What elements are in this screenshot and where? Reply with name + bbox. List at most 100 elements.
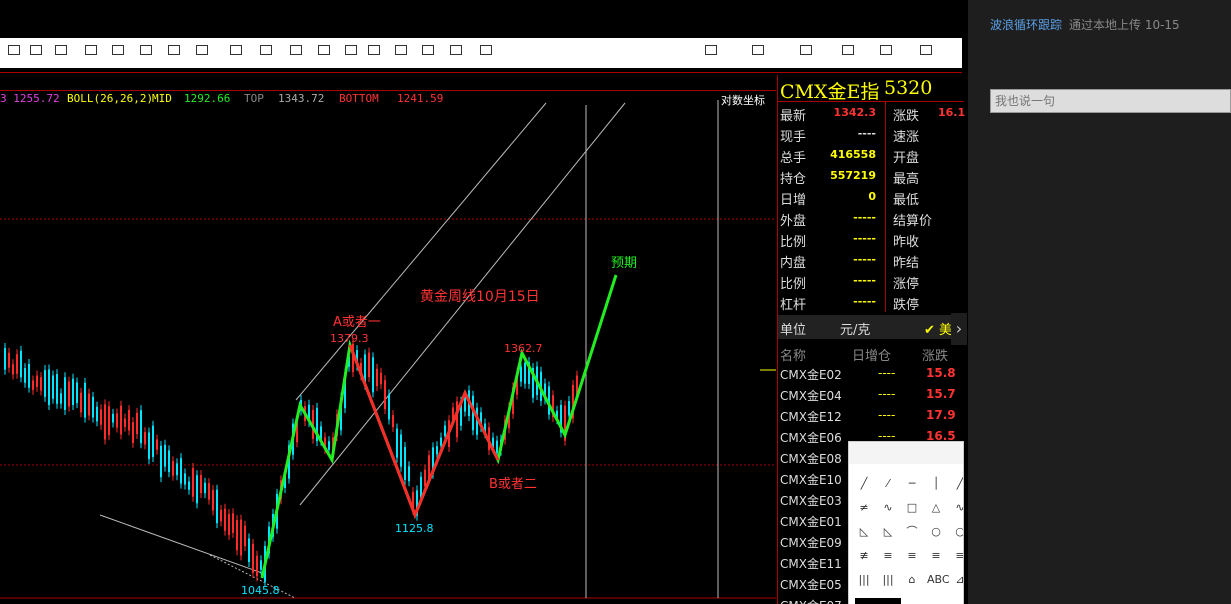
drawing-tool-icon[interactable]: ABC [927, 572, 950, 588]
chart-area[interactable]: 3 1255.72 BOLL(26,26,2) MID 1292.66 TOP … [0, 0, 968, 604]
chevron-right-icon[interactable]: › [951, 313, 967, 345]
drawing-tool-icon[interactable]: ||| [879, 572, 897, 588]
candle [136, 412, 138, 434]
list-item[interactable]: CMX金E02 ---- 15.8 [778, 363, 964, 384]
quote-row: 日增 0 最低 [778, 187, 964, 208]
drawing-tool-icon[interactable]: ||| [855, 572, 873, 588]
drawing-tool-icon[interactable]: ─ [903, 476, 921, 492]
list-item[interactable]: CMX金E04 ---- 15.7 [778, 384, 964, 405]
quote-label: 结算价 [893, 214, 933, 229]
feed-link[interactable]: 波浪循环跟踪 [990, 16, 1062, 33]
candle [124, 418, 126, 427]
drawing-tool-icon[interactable]: ◺ [879, 524, 897, 540]
candle [36, 375, 38, 387]
quote-label: 涨跌 [893, 109, 920, 124]
candle [208, 483, 210, 500]
quote-label: 日增 [780, 193, 807, 208]
contract-name: CMX金E12 [780, 410, 842, 424]
candle [132, 422, 134, 443]
quote-label: 杠杆 [780, 298, 807, 313]
contract-change: 17.9 [926, 408, 956, 422]
price-chart[interactable]: 黄金周线10月15日 A或者一 1379.3 1362.7 1125.8 104… [0, 0, 776, 604]
candle [24, 368, 26, 383]
drawing-tool-icon[interactable]: ⌂ [903, 572, 921, 588]
drawing-tool-icon[interactable]: ≡ [879, 548, 897, 564]
unit-row[interactable]: 单位 元/克 ✔ 美 [778, 315, 964, 339]
drawing-tool-icon[interactable]: ╱ [951, 476, 963, 492]
list-item[interactable]: CMX金E12 ---- 17.9 [778, 405, 964, 426]
drawing-tool-icon[interactable]: ╱ [855, 476, 873, 492]
drawing-tool-icon[interactable]: ≠ [855, 500, 873, 516]
candle [568, 401, 570, 416]
quote-value: ---- [857, 127, 876, 140]
contract-name: CMX金E09 [780, 536, 842, 550]
quote-value: 557219 [830, 169, 876, 182]
drawing-tools-panel: ╱ ⁄ ─ │ ╱ ≠ ∿ □ △ ∿ ◺ ◺ ⌒ ○ ○ ≢ ≡ ≡ ≡ ≡ ||| ||| ⌂ ABC ⊿ [848, 441, 964, 604]
contract-name: CMX金E11 [780, 557, 842, 571]
drawing-tool-icon[interactable]: ○ [927, 524, 945, 540]
candle [444, 425, 446, 437]
unit-value: 元/克 [840, 323, 871, 338]
candle [128, 410, 130, 431]
contract-name: CMX金E07 [780, 597, 842, 604]
drawing-tool-icon[interactable]: ∿ [951, 500, 963, 516]
drawing-tool-icon[interactable]: ≢ [855, 548, 873, 564]
drawing-tool-icon[interactable]: ○ [951, 524, 963, 540]
candle [196, 475, 198, 504]
candle [200, 475, 202, 494]
quote-label: 最新 [780, 109, 807, 124]
candle [244, 525, 246, 547]
candle [248, 538, 250, 563]
candle [4, 347, 6, 370]
contract-name: CMX金E01 [780, 515, 842, 529]
quote-value: ----- [853, 274, 876, 287]
candle [172, 461, 174, 476]
candle [104, 404, 106, 440]
quote-value: 16.1 [938, 106, 966, 119]
candle [92, 396, 94, 418]
candle [396, 428, 398, 458]
price-label-1362: 1362.7 [504, 342, 543, 355]
contract-name: CMX金E05 [780, 578, 842, 592]
quote-label: 持仓 [780, 172, 807, 187]
tool-icon[interactable] [880, 45, 892, 55]
drawing-tool-icon[interactable]: ⌒ [903, 524, 921, 540]
quote-row: 现手 ---- 速涨 [778, 124, 964, 145]
drawing-tool-icon[interactable]: △ [927, 500, 945, 516]
drawing-tool-icon[interactable]: □ [903, 500, 921, 516]
drawing-tool-icon[interactable]: ⊿ [951, 572, 963, 588]
quote-label: 现手 [780, 130, 807, 145]
candle [376, 368, 378, 387]
quote-row: 总手 416558 开盘 [778, 145, 964, 166]
list-head-name: 名称 [780, 349, 807, 364]
quote-label: 昨收 [893, 235, 920, 250]
candle [96, 406, 98, 422]
candle [496, 440, 498, 453]
drawing-tool-icon[interactable]: ◺ [855, 524, 873, 540]
contract-name: CMX金E06 [780, 431, 842, 445]
drawing-tool-icon[interactable]: ∿ [879, 500, 897, 516]
candle [400, 434, 402, 467]
color-swatch[interactable] [855, 598, 901, 604]
candle [20, 350, 22, 378]
drawing-tool-icon[interactable]: ≡ [927, 548, 945, 564]
candle [84, 382, 86, 418]
feed-meta: 通过本地上传 10-15 [1069, 18, 1180, 32]
candle [120, 405, 122, 435]
tool-icon[interactable] [842, 45, 854, 55]
quote-value: 1342.3 [833, 106, 876, 119]
drawing-tool-icon[interactable]: │ [927, 476, 945, 492]
candle [28, 363, 30, 388]
drawing-tool-icon[interactable]: ≡ [951, 548, 963, 564]
candle [240, 519, 242, 556]
tool-icon[interactable] [920, 45, 932, 55]
drawing-tool-icon[interactable]: ≡ [903, 548, 921, 564]
drawing-tool-icon[interactable]: ⁄ [879, 476, 897, 492]
comment-input[interactable] [990, 89, 1231, 113]
currency-check[interactable]: ✔ 美 [924, 319, 952, 338]
quote-label: 比例 [780, 277, 807, 292]
candle [228, 514, 230, 535]
tool-icon[interactable] [800, 45, 812, 55]
instrument-name: CMX金E指 [780, 81, 880, 103]
candle [380, 372, 382, 385]
